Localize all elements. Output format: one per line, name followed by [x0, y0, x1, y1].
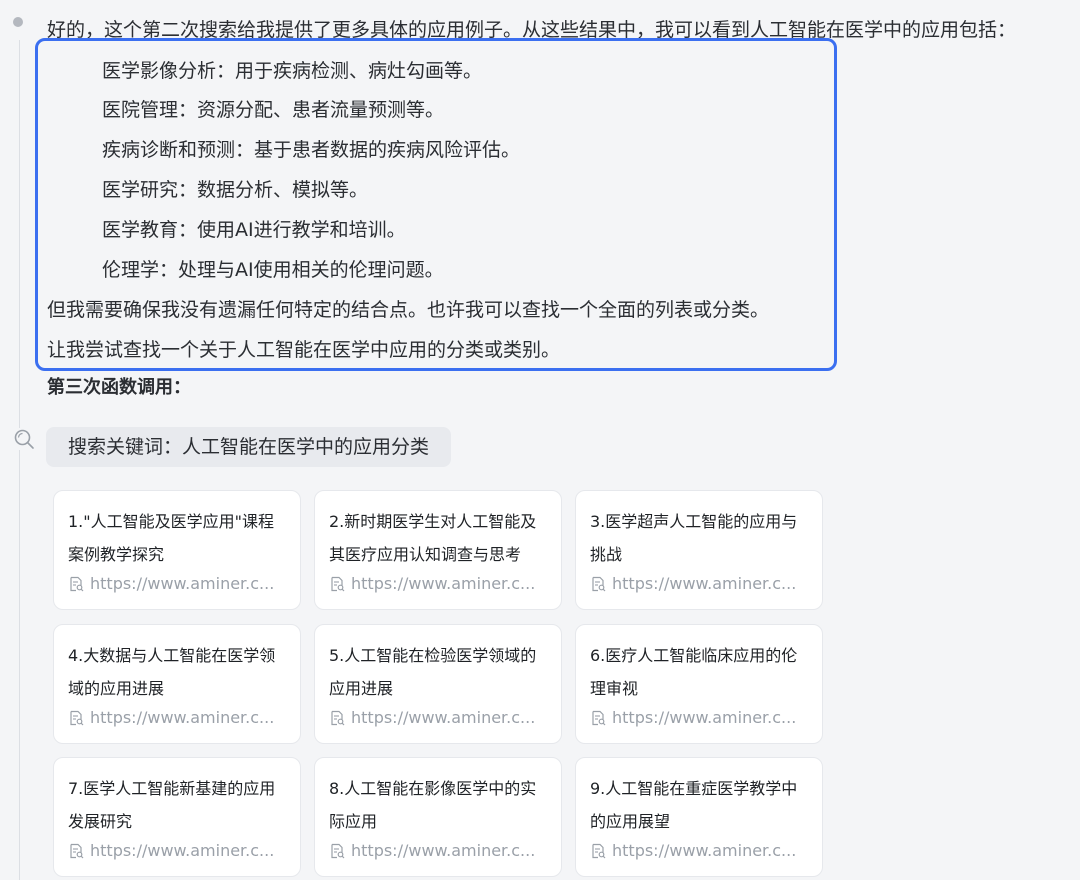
result-url[interactable]: https://www.aminer.c...	[351, 840, 547, 862]
result-link[interactable]: https://www.aminer.c...	[329, 573, 547, 595]
search-result-card[interactable]: 7.医学人工智能新基建的应用发展研究 https://www.aminer.c..…	[53, 757, 301, 877]
result-url[interactable]: https://www.aminer.c...	[612, 573, 808, 595]
application-item: 疾病诊断和预测：基于患者数据的疾病风险评估。	[102, 139, 521, 161]
result-url[interactable]: https://www.aminer.c...	[351, 573, 547, 595]
result-url[interactable]: https://www.aminer.c...	[90, 573, 286, 595]
search-result-card[interactable]: 4.大数据与人工智能在医学领域的应用进展 https://www.aminer.c…	[53, 624, 301, 744]
search-result-card[interactable]: 6.医疗人工智能临床应用的伦理审视 https://www.aminer.c...	[575, 624, 823, 744]
result-title[interactable]: 1."人工智能及医学应用"课程案例教学探究	[68, 505, 286, 571]
application-item: 医学研究：数据分析、模拟等。	[102, 179, 369, 201]
section-heading: 第三次函数调用：	[47, 377, 191, 398]
document-search-icon	[70, 576, 84, 592]
result-title[interactable]: 5.人工智能在检验医学领域的应用进展	[329, 639, 547, 705]
search-result-card[interactable]: 5.人工智能在检验医学领域的应用进展 https://www.aminer.c..…	[314, 624, 562, 744]
result-link[interactable]: https://www.aminer.c...	[590, 840, 808, 862]
application-item: 医院管理：资源分配、患者流量预测等。	[102, 99, 445, 121]
result-link[interactable]: https://www.aminer.c...	[590, 707, 808, 729]
document-search-icon	[331, 843, 345, 859]
search-result-card[interactable]: 1."人工智能及医学应用"课程案例教学探究 https://www.aminer.…	[53, 490, 301, 610]
result-url[interactable]: https://www.aminer.c...	[90, 840, 286, 862]
result-link[interactable]: https://www.aminer.c...	[68, 840, 286, 862]
search-query-chip: 搜索关键词：人工智能在医学中的应用分类	[46, 427, 452, 467]
followup-line: 让我尝试查找一个关于人工智能在医学中应用的分类或类别。	[47, 339, 561, 361]
result-title[interactable]: 6.医疗人工智能临床应用的伦理审视	[590, 639, 808, 705]
result-link[interactable]: https://www.aminer.c...	[68, 707, 286, 729]
search-result-card[interactable]: 9.人工智能在重症医学教学中的应用展望 https://www.aminer.c.…	[575, 757, 823, 877]
document-search-icon	[331, 576, 345, 592]
result-url[interactable]: https://www.aminer.c...	[612, 707, 808, 729]
result-url[interactable]: https://www.aminer.c...	[351, 707, 547, 729]
document-search-icon	[70, 843, 84, 859]
document-search-icon	[592, 843, 606, 859]
result-link[interactable]: https://www.aminer.c...	[329, 707, 547, 729]
result-url[interactable]: https://www.aminer.c...	[612, 840, 808, 862]
document-search-icon	[592, 710, 606, 726]
result-title[interactable]: 2.新时期医学生对人工智能及其医疗应用认知调查与思考	[329, 505, 547, 571]
search-result-card[interactable]: 8.人工智能在影像医学中的实际应用 https://www.aminer.c...	[314, 757, 562, 877]
result-title[interactable]: 4.大数据与人工智能在医学领域的应用进展	[68, 639, 286, 705]
result-link[interactable]: https://www.aminer.c...	[329, 840, 547, 862]
followup-line: 但我需要确保我没有遗漏任何特定的结合点。也许我可以查找一个全面的列表或分类。	[47, 299, 770, 321]
result-link[interactable]: https://www.aminer.c...	[68, 573, 286, 595]
result-link[interactable]: https://www.aminer.c...	[590, 573, 808, 595]
result-title[interactable]: 9.人工智能在重症医学教学中的应用展望	[590, 772, 808, 838]
timeline-divider	[19, 40, 20, 880]
search-result-card[interactable]: 2.新时期医学生对人工智能及其医疗应用认知调查与思考 https://www.am…	[314, 490, 562, 610]
application-item: 伦理学：处理与AI使用相关的伦理问题。	[102, 259, 444, 281]
document-search-icon	[70, 710, 84, 726]
application-item: 医学影像分析：用于疾病检测、病灶勾画等。	[102, 60, 483, 82]
document-search-icon	[592, 576, 606, 592]
application-item: 医学教育：使用AI进行教学和培训。	[102, 219, 406, 241]
document-search-icon	[331, 710, 345, 726]
result-url[interactable]: https://www.aminer.c...	[90, 707, 286, 729]
result-title[interactable]: 7.医学人工智能新基建的应用发展研究	[68, 772, 286, 838]
chat-transcript: 好的，这个第二次搜索给我提供了更多具体的应用例子。从这些结果中，我可以看到人工智…	[0, 0, 1080, 880]
result-title[interactable]: 8.人工智能在影像医学中的实际应用	[329, 772, 547, 838]
search-result-card[interactable]: 3.医学超声人工智能的应用与挑战 https://www.aminer.c...	[575, 490, 823, 610]
search-icon	[13, 428, 35, 450]
result-title[interactable]: 3.医学超声人工智能的应用与挑战	[590, 505, 808, 571]
bullet-dot-icon	[13, 17, 23, 27]
